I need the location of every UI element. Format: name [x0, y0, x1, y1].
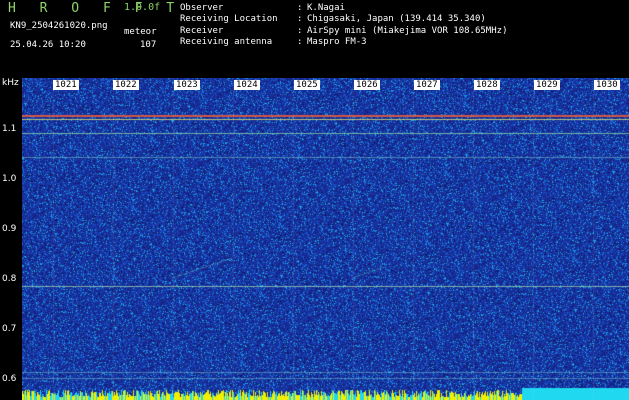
- receiver-value: AirSpy mini (Miakejima VOR 108.65MHz): [307, 26, 508, 36]
- minute-label: 1023: [174, 80, 200, 90]
- observer-label: Observer: [180, 3, 224, 13]
- tick-label: 0.8: [2, 274, 17, 284]
- file-name: KN9_2504261020.png: [10, 21, 108, 31]
- date-time: 25.04.26 10:20: [10, 40, 86, 50]
- minute-label: 1022: [113, 80, 139, 90]
- minute-label: 1025: [294, 80, 320, 90]
- receiver-label: Receiver: [180, 26, 224, 36]
- tick-label: 1.1: [2, 124, 17, 134]
- meteor-count: 107: [140, 40, 157, 50]
- header-panel: H R O F F T 1.0.0f KN9_2504261020.png me…: [0, 0, 629, 78]
- spectrogram: [22, 78, 629, 400]
- colon: :: [297, 3, 303, 13]
- colon: :: [297, 14, 303, 24]
- minute-label: 1021: [53, 80, 79, 90]
- axis-unit: kHz: [2, 78, 19, 88]
- tick-label: 0.7: [2, 324, 17, 334]
- minute-label: 1029: [534, 80, 560, 90]
- location-label: Receiving Location: [180, 14, 278, 24]
- location-value: Chigasaki, Japan (139.414 35.340): [307, 14, 486, 24]
- minute-label: 1027: [414, 80, 440, 90]
- tick-label: 1.0: [2, 174, 17, 184]
- meteor-label: meteor: [124, 27, 157, 37]
- frequency-axis: kHz 1.1 1.0 0.9 0.8 0.7 0.6: [0, 78, 22, 400]
- antenna-value: Maspro FM-3: [307, 37, 367, 47]
- version-label: 1.0.0f: [124, 2, 161, 13]
- minute-label: 1028: [474, 80, 500, 90]
- minute-label: 1030: [594, 80, 620, 90]
- observer-value: K.Nagai: [307, 3, 345, 13]
- tick-label: 0.9: [2, 224, 17, 234]
- colon: :: [297, 37, 303, 47]
- minute-label: 1026: [354, 80, 380, 90]
- antenna-label: Receiving antenna: [180, 37, 273, 47]
- colon: :: [297, 26, 303, 36]
- tick-label: 0.6: [2, 374, 17, 384]
- minute-label: 1024: [234, 80, 260, 90]
